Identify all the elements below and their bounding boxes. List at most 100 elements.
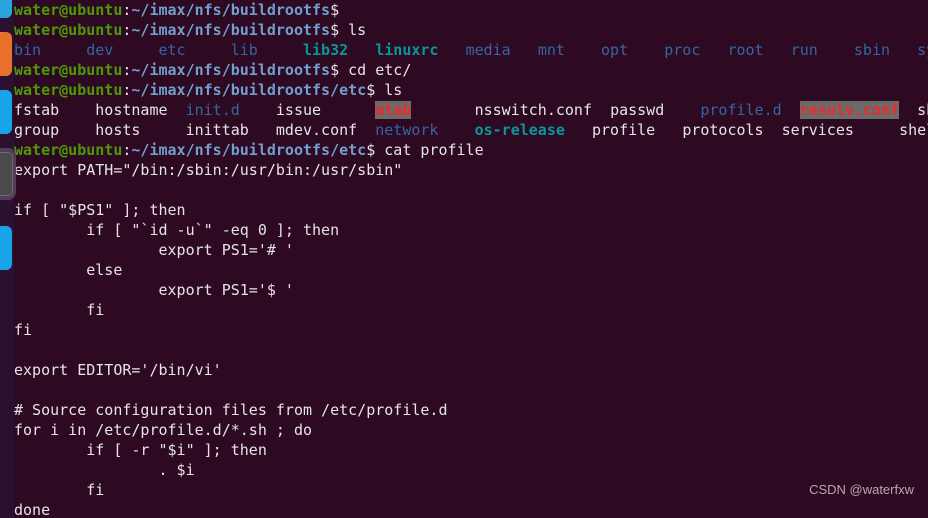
- ls-entry: init.d: [185, 101, 240, 119]
- ls-gap: [438, 121, 474, 139]
- terminal-window: water@ubuntu:~/imax/nfs/buildrootfs$ wate…: [0, 0, 928, 518]
- output-text: export PS1='# ': [14, 241, 294, 259]
- ls-entry: linuxrc: [375, 41, 439, 59]
- prompt-symbol: $: [330, 21, 340, 39]
- dock-icon-browser[interactable]: [0, 90, 12, 134]
- ls-gap: [357, 121, 375, 139]
- ls-entry: protocols: [682, 121, 764, 139]
- prompt-user-host: water@ubuntu: [14, 61, 123, 79]
- terminal-output-line: for i in /etc/profile.d/*.sh ; do: [14, 420, 928, 440]
- ls-gap: [565, 121, 592, 139]
- output-text: for i in /etc/profile.d/*.sh ; do: [14, 421, 313, 439]
- terminal-output-line: export PS1='$ ': [14, 280, 928, 300]
- prompt-path: ~/imax/nfs/buildrootfs: [131, 1, 331, 19]
- output-text: export PS1='$ ': [14, 281, 294, 299]
- ls-gap: [411, 101, 474, 119]
- output-text: else: [14, 261, 123, 279]
- dock-icon-firefox[interactable]: [0, 32, 12, 76]
- terminal-output-line: [14, 180, 928, 200]
- prompt-command: ls: [339, 21, 367, 39]
- ls-entry: media: [465, 41, 511, 59]
- ls-gap: [348, 41, 375, 59]
- desktop-dock[interactable]: [0, 0, 16, 518]
- output-text: if [ "$PS1" ]; then: [14, 201, 186, 219]
- output-text: # Source configuration files from /etc/p…: [14, 401, 448, 419]
- ls-gap: [764, 41, 791, 59]
- terminal-output-line: else: [14, 260, 928, 280]
- dock-icon-files[interactable]: [0, 0, 12, 18]
- prompt-path: ~/imax/nfs/buildrootfs: [131, 61, 331, 79]
- ls-gap: [168, 101, 186, 119]
- terminal-output-line: fi: [14, 480, 928, 500]
- output-text: if [ "`id -u`" -eq 0 ]; then: [14, 221, 340, 239]
- ls-gap: [258, 41, 303, 59]
- ls-gap: [41, 41, 86, 59]
- terminal-output-line: group hosts inittab mdev.conf network os…: [14, 120, 928, 140]
- dock-icon-terminal-glyph: [0, 152, 13, 196]
- ls-entry: opt: [601, 41, 629, 59]
- prompt-user-host: water@ubuntu: [14, 1, 123, 19]
- ls-entry: services: [781, 121, 854, 139]
- terminal-output-line: . $i: [14, 460, 928, 480]
- ls-gap: [438, 41, 465, 59]
- terminal-prompt-line: water@ubuntu:~/imax/nfs/buildrootfs/etc$…: [14, 80, 928, 100]
- prompt-user-host: water@ubuntu: [14, 21, 123, 39]
- ls-gap: [664, 101, 700, 119]
- ls-entry: sys: [917, 41, 928, 59]
- ls-gap: [764, 121, 782, 139]
- ls-gap: [59, 101, 95, 119]
- terminal-output-line: if [ "`id -u`" -eq 0 ]; then: [14, 220, 928, 240]
- output-text: fi: [14, 481, 105, 499]
- output-text: if [ -r "$i" ]; then: [14, 441, 267, 459]
- terminal-output[interactable]: water@ubuntu:~/imax/nfs/buildrootfs$ wate…: [14, 0, 928, 518]
- ls-gap: [321, 101, 375, 119]
- ls-gap: [628, 41, 664, 59]
- dock-icon-terminal[interactable]: [0, 148, 16, 200]
- ls-entry: profile: [592, 121, 656, 139]
- prompt-path: ~/imax/nfs/buildrootfs/etc: [131, 141, 367, 159]
- prompt-path: ~/imax/nfs/buildrootfs/etc: [131, 81, 367, 99]
- ls-entry: passwd: [610, 101, 665, 119]
- ls-entry: hosts: [95, 121, 141, 139]
- ls-entry: bin: [14, 41, 42, 59]
- ls-gap: [854, 121, 899, 139]
- prompt-symbol: $: [330, 1, 340, 19]
- prompt-command: cd etc/: [339, 61, 412, 79]
- terminal-output-line: fstab hostname init.d issue mtab nsswitc…: [14, 100, 928, 120]
- ls-entry: nsswitch.conf: [474, 101, 592, 119]
- ls-gap: [818, 41, 854, 59]
- ls-gap: [592, 101, 610, 119]
- ls-gap: [655, 121, 682, 139]
- ls-entry: os-release: [474, 121, 565, 139]
- terminal-output-line: # Source configuration files from /etc/p…: [14, 400, 928, 420]
- terminal-output-line: if [ "$PS1" ]; then: [14, 200, 928, 220]
- ls-entry: profile.d: [700, 101, 782, 119]
- ls-gap: [140, 121, 185, 139]
- terminal-output-line: bin dev etc lib lib32 linuxrc media mnt …: [14, 40, 928, 60]
- ls-entry: root: [727, 41, 764, 59]
- ls-entry: resolv.conf: [799, 101, 900, 119]
- ls-entry: mtab: [375, 101, 412, 119]
- ls-entry: mdev.conf: [275, 121, 358, 139]
- prompt-symbol: $: [366, 81, 376, 99]
- terminal-output-line: export PS1='# ': [14, 240, 928, 260]
- ls-entry: hostname: [95, 101, 168, 119]
- terminal-prompt-line: water@ubuntu:~/imax/nfs/buildrootfs$ ls: [14, 20, 928, 40]
- prompt-user-host: water@ubuntu: [14, 81, 123, 99]
- ls-entry: shadow: [917, 101, 928, 119]
- ls-entry: dev: [86, 41, 114, 59]
- prompt-command: cat profile: [375, 141, 484, 159]
- terminal-output-line: [14, 340, 928, 360]
- dock-icon-editor[interactable]: [0, 226, 12, 270]
- ls-entry: shells: [899, 121, 928, 139]
- ls-entry: group: [14, 121, 60, 139]
- ls-entry: lib32: [303, 41, 349, 59]
- ls-entry: sbin: [853, 41, 891, 59]
- ls-gap: [511, 41, 538, 59]
- ls-entry: fstab: [14, 101, 60, 119]
- ls-entry: inittab: [185, 121, 249, 139]
- watermark: CSDN @waterfxw: [809, 482, 914, 497]
- prompt-symbol: $: [366, 141, 376, 159]
